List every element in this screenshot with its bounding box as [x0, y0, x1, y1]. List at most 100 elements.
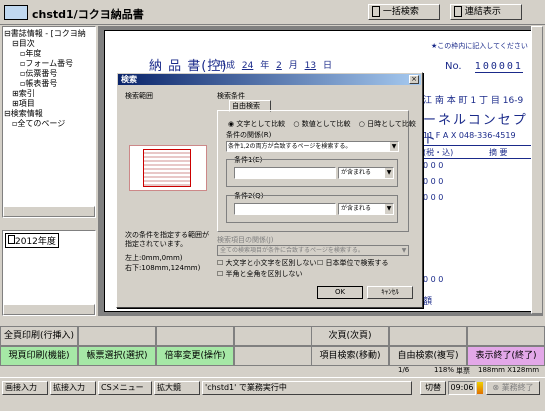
function-key-row2-1[interactable]: 現頁印刷(機能): [0, 346, 78, 366]
function-key-row1-2[interactable]: [78, 326, 156, 346]
ok-button[interactable]: OK: [317, 286, 363, 299]
function-key-row2-3[interactable]: 倍率変更(操作): [156, 346, 234, 366]
tree-item[interactable]: ⊟書誌情報 - [コクヨ納: [4, 29, 95, 39]
window-title: chstd1/コクヨ納品書: [32, 8, 144, 21]
title-bar: chstd1/コクヨ納品書 一括検索 連結表示: [0, 0, 545, 25]
relation-label: 条件の関係(R): [226, 131, 272, 139]
taskbar-item-5[interactable]: 'chstd1' で業務実行中: [202, 381, 412, 395]
radio-number[interactable]: ○ 数値として比較: [293, 120, 350, 128]
function-key-row2-2[interactable]: 帳票選択(選択): [78, 346, 156, 366]
radio-date[interactable]: ○ 日時として比較: [359, 120, 416, 128]
range-hint: 次の条件を指定する範囲が指定されています。: [125, 231, 209, 248]
tree-item-label: 伝票番号: [25, 69, 58, 78]
relation-select[interactable]: 条件1,2の両方が合致するページを検索する。 ▼: [226, 141, 399, 152]
expand-toggle-icon[interactable]: ⊟: [4, 29, 11, 38]
expand-toggle-icon[interactable]: ⊟: [12, 39, 19, 48]
list-pane[interactable]: 2012年度: [2, 230, 96, 316]
condition1-input[interactable]: [234, 167, 336, 179]
tree-item[interactable]: ▫全てのページ: [4, 119, 95, 129]
expand-toggle-icon[interactable]: ⊞: [12, 99, 19, 108]
function-key-row1-3[interactable]: [156, 326, 234, 346]
chevron-down-icon: ▼: [390, 142, 398, 151]
document-vscroll[interactable]: [531, 26, 543, 314]
tree-item[interactable]: ▫フォーム番号: [4, 59, 95, 69]
tree-item[interactable]: ⊞索引: [4, 89, 95, 99]
list-item[interactable]: 2012年度: [5, 233, 59, 248]
expand-toggle-icon[interactable]: ⊞: [12, 89, 19, 98]
dialog-close-button[interactable]: ×: [409, 75, 419, 84]
switch-button[interactable]: 切替: [420, 381, 446, 395]
dialog-titlebar: 検索 ×: [118, 74, 421, 85]
compare-mode: ◉ 文字として比較 ○ 数値として比較 ○ 日時として比較: [228, 119, 416, 129]
document-row: 0 0 0: [423, 193, 444, 202]
condition2-input[interactable]: [234, 203, 336, 215]
status-bar: 1/6 118% 単票 188mm X128mm: [0, 366, 545, 376]
document-no: No. 100001: [445, 61, 523, 73]
tree-item[interactable]: ⊟目次: [4, 39, 95, 49]
function-key-row2-4[interactable]: [234, 346, 312, 366]
checkbox-jp-unit[interactable]: ☐ 日本単位で検索する: [317, 258, 389, 268]
tree-item-label: 書誌情報 - [コクヨ納: [10, 29, 86, 38]
tree-item[interactable]: ▫年度: [4, 49, 95, 59]
status-size: 188mm X128mm: [478, 366, 540, 374]
item-relation-label: 検索項目の関係(J): [217, 236, 274, 244]
indicator-icon: [477, 382, 483, 394]
function-key-row2-7[interactable]: 表示終了(終了): [467, 346, 545, 366]
function-key-row1-7[interactable]: [467, 326, 545, 346]
chevron-down-icon: ▼: [385, 168, 393, 178]
item-relation-select[interactable]: 全ての検索項目が条件に合致するページを検索する。 ▼: [217, 245, 409, 256]
tree-item[interactable]: ⊞項目: [4, 99, 95, 109]
taskbar-item-3[interactable]: CSメニュー: [98, 381, 152, 395]
function-key-row1-5[interactable]: 次頁(次頁): [311, 326, 389, 346]
taskbar: 画接入力 拡接入力 CSメニュー 拡大鏡'chstd1' で業務実行中 切替 09:0…: [0, 377, 545, 411]
bulk-search-button[interactable]: 一括検索: [368, 4, 440, 20]
checkbox-case[interactable]: ☐ 大文字と小文字を区別しない: [217, 258, 317, 268]
taskbar-item-1[interactable]: 画接入力: [2, 381, 48, 395]
document-address: 江 南 本 町 1 丁 目 16-9: [423, 96, 524, 106]
taskbar-item-4[interactable]: 拡大鏡: [154, 381, 200, 395]
function-key-row2-5[interactable]: 項目検索(移動): [311, 346, 389, 366]
document-footer-label: 額: [423, 297, 433, 307]
function-key-row1-4[interactable]: [234, 326, 312, 346]
chevron-down-icon: ▼: [385, 204, 393, 214]
document-row: 0 0 0: [423, 161, 444, 170]
tree-item-label: 索引: [18, 89, 35, 98]
tree-hscroll[interactable]: [3, 206, 95, 217]
tree-pane[interactable]: ⊟書誌情報 - [コクヨ納 ⊟目次 ▫年度 ▫フォーム番号 ▫伝票番号 ▫帳表番号 ⊞索引 ⊞…: [2, 26, 96, 218]
document-table-header: (税・込) 摘 要: [423, 145, 539, 159]
tree-item-label: 帳表番号: [25, 79, 58, 88]
function-key-row1-6[interactable]: [389, 326, 467, 346]
cancel-button[interactable]: ｷｬﾝｾﾙ: [367, 286, 413, 299]
function-key-row2-6[interactable]: 自由検索(複写): [389, 346, 467, 366]
taskbar-item-2[interactable]: 拡接入力: [50, 381, 96, 395]
expand-toggle-icon[interactable]: ⊟: [4, 109, 11, 118]
document-row: 0 0 0: [423, 177, 444, 186]
document-row: 0 0 0: [423, 275, 444, 284]
tree-item-label: 項目: [18, 99, 35, 108]
checkbox-width[interactable]: ☐ 半角と全角を区別しない: [217, 269, 303, 279]
range-preview-frame[interactable]: [125, 101, 213, 213]
clock: 09:06: [448, 381, 476, 395]
status-unit: 単票: [456, 367, 470, 375]
document-company: ーネルコンセプト: [423, 113, 528, 147]
radio-text[interactable]: ◉ 文字として比較: [228, 120, 285, 128]
tree-item[interactable]: ⊟検索情報: [4, 109, 95, 119]
dialog-title: 検索: [121, 75, 137, 84]
checkbox-icon: [8, 235, 15, 244]
condition2-op-select[interactable]: が含まれる ▼: [338, 203, 394, 215]
link-display-button[interactable]: 連結表示: [450, 4, 522, 20]
function-key-row1-1[interactable]: 全頁印刷(行挿入): [0, 326, 78, 346]
condition1-op-select[interactable]: が含まれる ▼: [338, 167, 394, 179]
function-bar: 全頁印刷(行挿入) 次頁(次頁) 現頁印刷(機能) 帳票選択(選択) 倍率変更(操作)…: [0, 326, 545, 366]
status-zoom: 118%: [434, 366, 455, 374]
tree-item-label: 目次: [18, 39, 35, 48]
tree-item[interactable]: ▫帳表番号: [4, 79, 95, 89]
tree-item[interactable]: ▫伝票番号: [4, 69, 95, 79]
document-date: 平成 24 年 2 月 13 日: [217, 61, 332, 71]
range-topleft: 左上:0mm,0mm): [125, 254, 183, 262]
tree-item-label: 検索情報: [10, 109, 43, 118]
range-preview-selection: [143, 149, 191, 187]
tree-item-label: 年度: [25, 49, 42, 58]
list-hscroll[interactable]: [3, 304, 95, 315]
end-task-button[interactable]: ⊗ 業務終了: [486, 381, 540, 395]
